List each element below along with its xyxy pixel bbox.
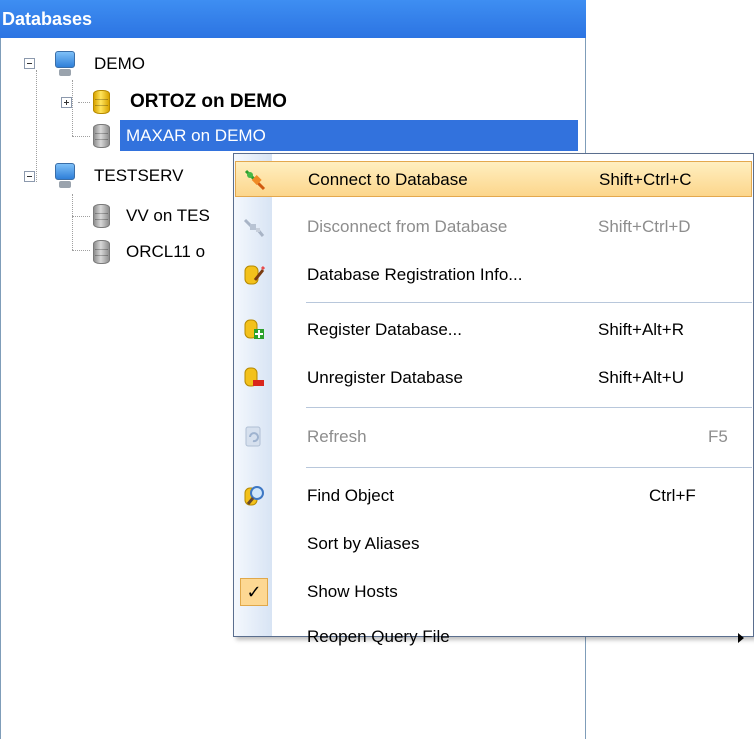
database-disconnected-icon <box>93 124 110 148</box>
tree-node-host-demo[interactable]: DEMO <box>0 50 586 78</box>
menu-item-disconnect[interactable]: Disconnect from Database Shift+Ctrl+D <box>235 209 752 245</box>
menu-item-label: Register Database... <box>307 320 462 339</box>
menu-item-shortcut: Shift+Alt+R <box>598 320 684 339</box>
menu-separator <box>306 467 752 468</box>
context-menu: Connect to Database Shift+Ctrl+C Disconn… <box>233 153 754 646</box>
database-edit-icon <box>244 265 265 285</box>
tree-node-database-maxar[interactable]: MAXAR on DEMO <box>0 122 586 150</box>
database-disconnected-icon <box>93 204 110 228</box>
database-label: ORCL11 o <box>126 242 206 261</box>
menu-item-shortcut: Shift+Ctrl+D <box>598 217 691 236</box>
database-label: ORTOZ on DEMO <box>130 91 287 112</box>
tree-node-database-ortoz[interactable]: ORTOZ on DEMO <box>0 88 586 116</box>
menu-item-connect[interactable]: Connect to Database Shift+Ctrl+C <box>235 161 752 197</box>
menu-item-label: Show Hosts <box>307 582 398 601</box>
menu-item-register[interactable]: Register Database... Shift+Alt+R <box>235 312 752 348</box>
database-label: MAXAR on DEMO <box>126 126 266 145</box>
menu-item-label: Database Registration Info... <box>307 265 523 284</box>
tree-node-database-vv[interactable]: VV on TES <box>0 202 233 230</box>
expand-icon[interactable] <box>61 97 72 108</box>
menu-item-refresh[interactable]: Refresh F5 <box>235 419 752 455</box>
refresh-icon <box>245 426 261 447</box>
server-icon <box>55 51 75 77</box>
menu-item-label: Unregister Database <box>307 368 463 387</box>
tree-node-database-orcl11[interactable]: ORCL11 o <box>0 238 233 266</box>
menu-item-show-hosts[interactable]: ✓ Show Hosts <box>235 574 752 610</box>
menu-item-shortcut: Shift+Alt+U <box>598 368 684 387</box>
menu-item-label: Connect to Database <box>308 170 468 189</box>
connect-plug-icon <box>244 169 266 191</box>
menu-item-shortcut: Ctrl+F <box>649 486 696 505</box>
database-add-icon <box>244 319 264 339</box>
menu-item-label: Sort by Aliases <box>307 534 420 553</box>
find-object-icon <box>244 486 264 506</box>
collapse-icon[interactable] <box>24 58 35 69</box>
menu-item-find-object[interactable]: Find Object Ctrl+F <box>235 478 752 514</box>
host-label: TESTSERV <box>94 166 184 185</box>
server-icon <box>55 163 75 189</box>
submenu-arrow-icon <box>738 633 744 643</box>
menu-item-unregister[interactable]: Unregister Database Shift+Alt+U <box>235 360 752 396</box>
host-label: DEMO <box>94 54 145 73</box>
menu-item-label: Refresh <box>307 427 367 446</box>
database-remove-icon <box>244 367 264 387</box>
database-disconnected-icon <box>93 240 110 264</box>
menu-item-label: Find Object <box>307 486 394 505</box>
menu-item-shortcut: Shift+Ctrl+C <box>599 170 692 189</box>
database-label: VV on TES <box>126 206 210 225</box>
menu-separator <box>306 302 752 303</box>
menu-item-reopen-query-file[interactable]: Reopen Query File <box>235 619 752 655</box>
database-connected-icon <box>93 90 110 114</box>
disconnect-plug-icon <box>243 218 265 237</box>
menu-item-sort-by-aliases[interactable]: Sort by Aliases <box>235 526 752 562</box>
menu-item-label: Disconnect from Database <box>307 217 508 236</box>
checkmark-icon: ✓ <box>240 578 268 606</box>
panel-title: Databases <box>0 0 586 38</box>
menu-item-registration-info[interactable]: Database Registration Info... <box>235 257 752 293</box>
menu-item-label: Reopen Query File <box>307 627 450 646</box>
menu-item-shortcut: F5 <box>708 427 728 446</box>
menu-separator <box>306 407 752 408</box>
collapse-icon[interactable] <box>24 171 35 182</box>
